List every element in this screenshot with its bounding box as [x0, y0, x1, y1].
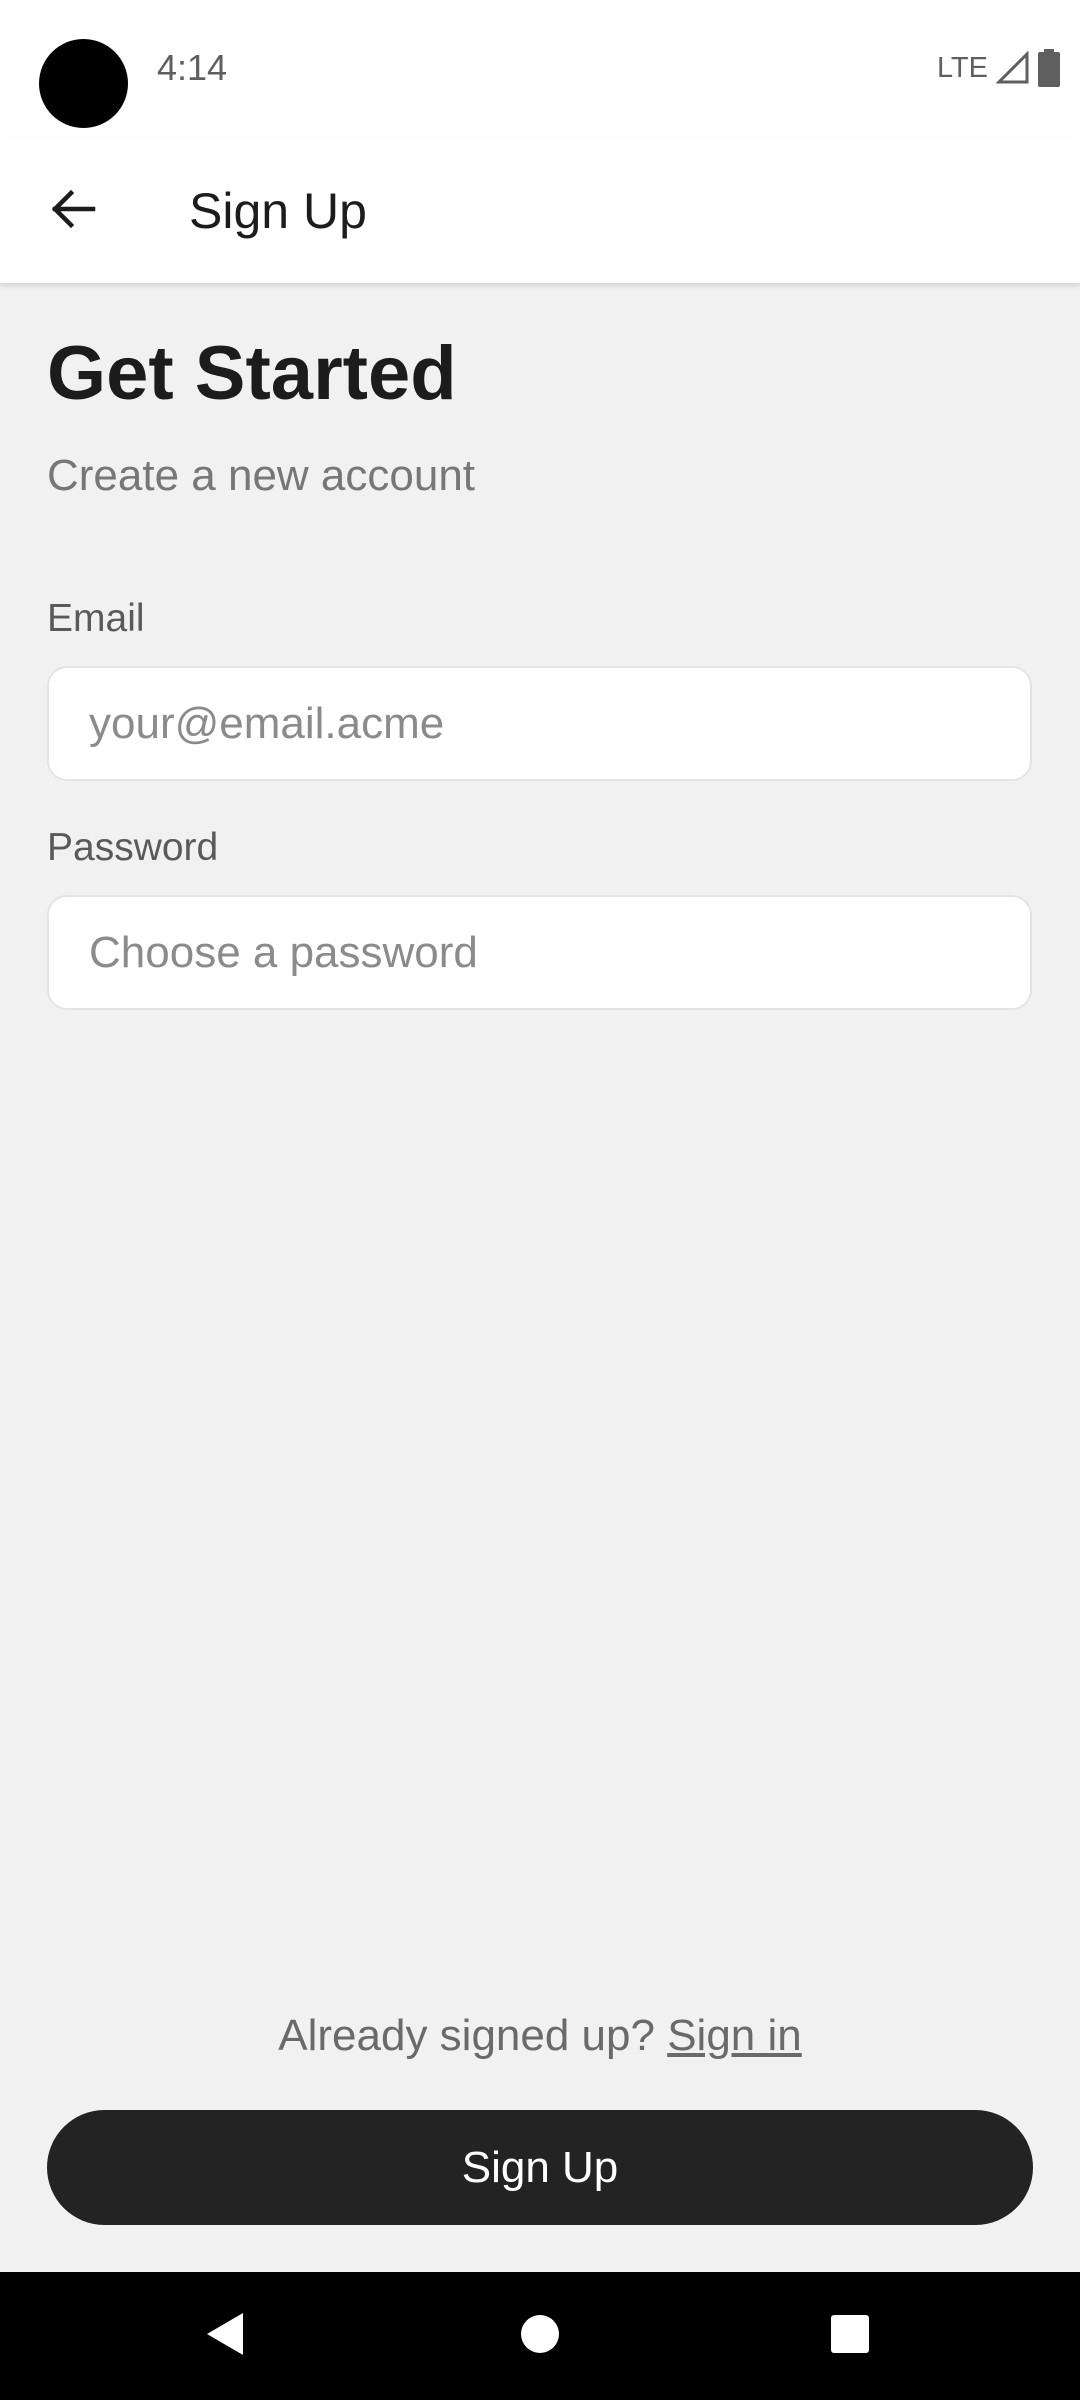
- system-nav-bar: [0, 2272, 1080, 2400]
- page-subheading: Create a new account: [47, 451, 476, 500]
- nav-home-icon: [520, 2314, 560, 2359]
- arrow-left-icon: [49, 185, 97, 238]
- app-bar-title: Sign Up: [189, 183, 367, 239]
- nav-recents-button[interactable]: [790, 2272, 910, 2400]
- page-heading: Get Started: [47, 331, 457, 416]
- signal-icon: [996, 51, 1030, 85]
- signup-screen: 4:14 LTE Sign Up Get Started Create a ne…: [0, 0, 1080, 2400]
- signin-link[interactable]: Sign in: [667, 2011, 802, 2060]
- back-button[interactable]: [30, 168, 116, 254]
- nav-back-button[interactable]: [165, 2272, 285, 2400]
- nav-home-button[interactable]: [480, 2272, 600, 2400]
- email-label: Email: [47, 597, 145, 640]
- password-field[interactable]: [47, 895, 1032, 1010]
- network-type-label: LTE: [936, 52, 988, 84]
- signin-prompt-text: Already signed up?: [278, 2011, 655, 2060]
- nav-back-icon: [205, 2311, 245, 2362]
- camera-cutout: [39, 39, 128, 128]
- signup-button[interactable]: Sign Up: [47, 2110, 1033, 2225]
- email-field[interactable]: [47, 666, 1032, 781]
- signin-prompt-row: Already signed up? Sign in: [0, 2008, 1080, 2064]
- status-indicators: LTE: [937, 48, 1060, 88]
- status-time: 4:14: [157, 47, 228, 88]
- battery-icon: [1038, 49, 1060, 87]
- nav-recents-icon: [830, 2314, 870, 2359]
- status-bar: 4:14 LTE: [0, 0, 1080, 138]
- app-bar: Sign Up: [0, 138, 1080, 283]
- password-label: Password: [47, 826, 219, 869]
